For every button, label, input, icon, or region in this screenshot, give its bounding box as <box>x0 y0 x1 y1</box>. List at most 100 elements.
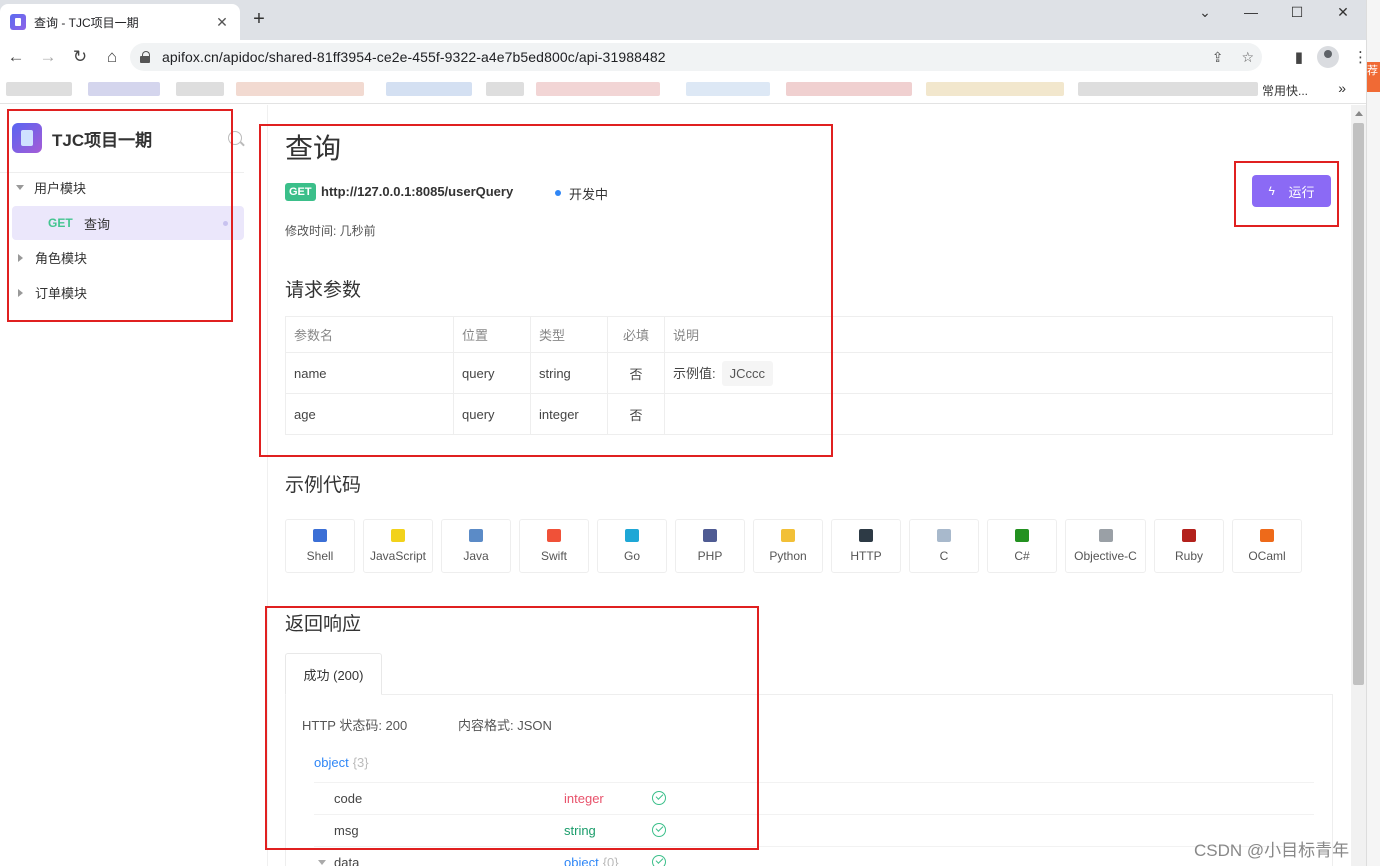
code-lang-tab[interactable]: C <box>909 519 979 573</box>
bookmark-blurred[interactable] <box>386 82 472 96</box>
response-title: 返回响应 <box>285 614 362 635</box>
reload-icon[interactable]: ↻ <box>64 43 96 71</box>
code-lang-tab[interactable]: Python <box>753 519 823 573</box>
code-lang-tab[interactable]: Objective-C <box>1065 519 1146 573</box>
code-lang-tab[interactable]: PHP <box>675 519 745 573</box>
api-name-label: 查询 <box>84 216 111 232</box>
scroll-thumb[interactable] <box>1353 123 1364 685</box>
column-header: 参数名 <box>285 316 454 353</box>
code-lang-label: JavaScript <box>369 549 427 563</box>
address-bar[interactable]: apifox.cn/apidoc/shared-81ff3954-ce2e-45… <box>130 43 1262 71</box>
new-tab-icon[interactable]: + <box>248 8 270 31</box>
example-value: JCccc <box>721 360 774 386</box>
code-lang-tab[interactable]: Swift <box>519 519 589 573</box>
code-lang-tab[interactable]: HTTP <box>831 519 901 573</box>
bookmark-blurred[interactable] <box>786 82 912 96</box>
table-row: age query integer 否 <box>285 393 1333 435</box>
code-lang-tab[interactable]: Ruby <box>1154 519 1224 573</box>
status-dot <box>555 190 561 196</box>
project-logo-icon <box>12 123 42 153</box>
bookmark-star-icon[interactable]: ☆ <box>1241 49 1254 66</box>
browser-toolbar: ← → ↻ ⌂ apifox.cn/apidoc/shared-81ff3954… <box>0 40 1380 74</box>
url-text[interactable]: apifox.cn/apidoc/shared-81ff3954-ce2e-45… <box>162 49 666 65</box>
param-name: age <box>285 393 454 435</box>
param-type: string <box>530 352 608 394</box>
code-lang-label: PHP <box>697 549 723 563</box>
search-icon[interactable] <box>228 131 242 145</box>
field-type-name: object <box>564 855 599 866</box>
response-tab-200[interactable]: 成功 (200) <box>285 653 382 695</box>
sidebar: TJC项目一期 用户模块 GET 查询 角色模块 订单模块 <box>0 105 268 866</box>
folder-label: 角色模块 <box>35 251 88 266</box>
param-required: 否 <box>607 352 665 394</box>
bookmark-blurred[interactable] <box>236 82 364 96</box>
language-logo-icon <box>1260 529 1274 542</box>
bookmark-blurred[interactable] <box>926 82 1064 96</box>
code-lang-label: Go <box>623 549 640 563</box>
code-lang-label: Objective-C <box>1074 549 1137 563</box>
maximize-icon[interactable]: ☐ <box>1274 0 1320 24</box>
scroll-up-icon[interactable] <box>1355 111 1363 116</box>
content-type: 内容格式: JSON <box>458 718 552 733</box>
bookmarks-overflow-icon[interactable]: » <box>1338 80 1346 96</box>
bookmark-blurred[interactable] <box>486 82 524 96</box>
schema-field-row[interactable]: data object {0} <box>314 846 1314 866</box>
bookmark-blurred[interactable] <box>176 82 224 96</box>
minimize-icon[interactable]: — <box>1228 0 1274 24</box>
bookmark-label[interactable]: 常用快... <box>1262 82 1308 99</box>
field-type: string <box>564 823 596 838</box>
modified-time: 修改时间: 几秒前 <box>285 224 376 238</box>
bookmark-blurred[interactable] <box>6 82 72 96</box>
code-lang-tab[interactable]: Java <box>441 519 511 573</box>
bookmark-blurred[interactable] <box>536 82 660 96</box>
folder-label: 订单模块 <box>35 286 88 301</box>
forward-icon[interactable]: → <box>32 43 64 71</box>
code-lang-tab[interactable]: Shell <box>285 519 355 573</box>
api-status-dot <box>223 221 228 226</box>
sidebar-folder-user[interactable]: 用户模块 <box>0 170 244 205</box>
code-lang-tab[interactable]: C# <box>987 519 1057 573</box>
schema-field-row: code integer <box>314 782 1314 814</box>
sidebar-api-query[interactable]: GET 查询 <box>12 206 244 240</box>
field-name: msg <box>334 823 359 838</box>
bookmark-blurred[interactable] <box>88 82 160 96</box>
code-lang-label: OCaml <box>1248 549 1286 563</box>
share-icon[interactable]: ⇪ <box>1212 49 1224 66</box>
code-lang-label: C <box>939 549 949 563</box>
response-panel: HTTP 状态码: 200 内容格式: JSON object {3} code … <box>285 694 1333 866</box>
folder-label: 用户模块 <box>34 181 87 196</box>
code-lang-tab[interactable]: JavaScript <box>363 519 433 573</box>
field-name: code <box>334 791 363 806</box>
side-panel-icon[interactable]: ▮ <box>1295 48 1303 66</box>
home-icon[interactable]: ⌂ <box>96 43 128 71</box>
param-required: 否 <box>607 393 665 435</box>
schema-root[interactable]: object {3} <box>314 755 369 770</box>
sidebar-folder-role[interactable]: 角色模块 <box>0 240 244 275</box>
lock-icon[interactable] <box>140 51 152 63</box>
language-logo-icon <box>703 529 717 542</box>
lightning-icon: ϟ <box>1268 184 1275 198</box>
page-scrollbar[interactable] <box>1351 105 1366 866</box>
caret-right-icon <box>18 253 23 262</box>
code-lang-tab[interactable]: Go <box>597 519 667 573</box>
bookmark-blurred[interactable] <box>686 82 770 96</box>
code-lang-tab[interactable]: OCaml <box>1232 519 1302 573</box>
caret-down-icon[interactable] <box>318 860 326 865</box>
tab-search-chevron-icon[interactable]: ⌄ <box>1182 0 1228 24</box>
sidebar-folder-order[interactable]: 订单模块 <box>0 275 244 310</box>
bookmark-blurred[interactable] <box>1078 82 1258 96</box>
status-badge: 开发中 <box>569 187 609 202</box>
back-icon[interactable]: ← <box>0 43 32 71</box>
close-window-icon[interactable]: ✕ <box>1320 0 1366 24</box>
adjacent-window-strip: 荐 <box>1366 0 1380 866</box>
field-type: integer <box>564 791 604 806</box>
code-lang-label: Java <box>463 549 489 563</box>
browser-tab[interactable]: 查询 - TJC项目一期 ✕ <box>0 4 240 40</box>
bookmarks-bar: 常用快... » <box>0 74 1380 104</box>
close-tab-icon[interactable]: ✕ <box>214 14 230 31</box>
run-button-label: 运行 <box>1288 184 1315 200</box>
table-row: name query string 否 示例值: JCccc <box>285 352 1333 394</box>
profile-avatar[interactable] <box>1317 46 1339 68</box>
run-button[interactable]: ϟ 运行 <box>1252 175 1331 207</box>
param-type: integer <box>530 393 608 435</box>
